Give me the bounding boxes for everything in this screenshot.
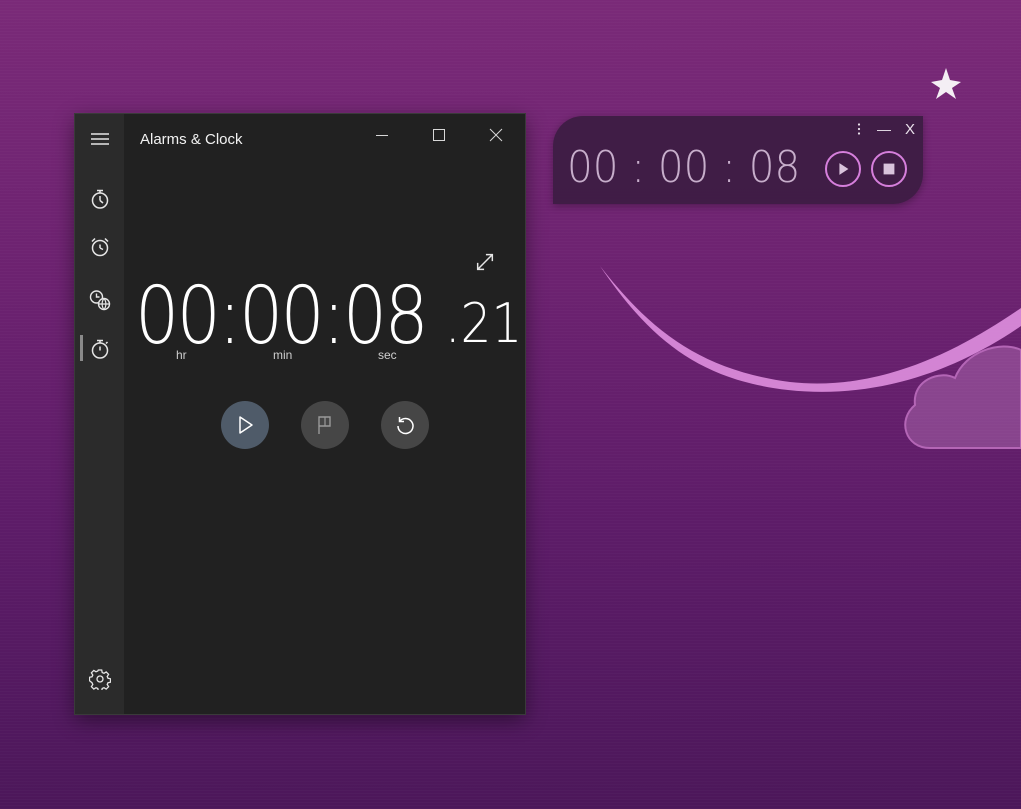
flag-icon [318,416,331,434]
minimize-button[interactable] [359,120,405,150]
start-button[interactable] [221,401,269,449]
wallpaper-swoosh [600,266,1021,392]
close-icon [489,128,503,142]
minutes-label: min [273,348,293,362]
close-button[interactable] [473,120,519,150]
navigation-rail [75,114,124,714]
lap-button[interactable] [301,401,349,449]
seconds-label: sec [378,348,397,362]
mini-more-button[interactable] [853,121,865,137]
hours-label: hr [176,348,187,362]
stop-icon [883,163,895,175]
stopwatch-icon [91,339,108,359]
maximize-button[interactable] [416,120,462,150]
alarm-clock-icon [90,237,109,257]
play-icon [239,416,253,434]
stopwatch-fraction: .21 [445,292,523,355]
minimize-icon [376,135,388,136]
menu-button[interactable] [75,117,124,161]
nav-item-timer[interactable] [75,177,124,221]
hamburger-icon [90,133,109,145]
timer-icon [91,189,108,209]
mini-timer-time: 00 : 00 : 08 [567,142,801,193]
settings-button[interactable] [75,657,124,701]
alarms-clock-window: Alarms & Clock 00:00:08 .21 hr min sec [75,114,525,714]
mini-close-button[interactable]: X [902,121,918,138]
more-vertical-icon [857,123,861,135]
wallpaper-star [931,68,961,99]
nav-item-alarm[interactable] [75,225,124,269]
wallpaper-cloud [904,345,1021,449]
window-title: Alarms & Clock [140,131,243,148]
gear-icon [88,669,111,690]
play-icon [839,163,849,175]
world-clock-icon [89,290,110,311]
mini-stop-button[interactable] [871,151,907,187]
stopwatch-time-display: 00:00:08 .21 [135,266,522,366]
mini-play-button[interactable] [825,151,861,187]
maximize-icon [433,129,445,141]
mini-minimize-button[interactable]: — [874,121,894,137]
nav-item-stopwatch[interactable] [75,327,124,371]
reset-icon [397,417,414,435]
mini-timer-widget: 00 : 00 : 08 — X [553,116,923,204]
reset-button[interactable] [381,401,429,449]
nav-item-world-clock[interactable] [75,278,124,322]
